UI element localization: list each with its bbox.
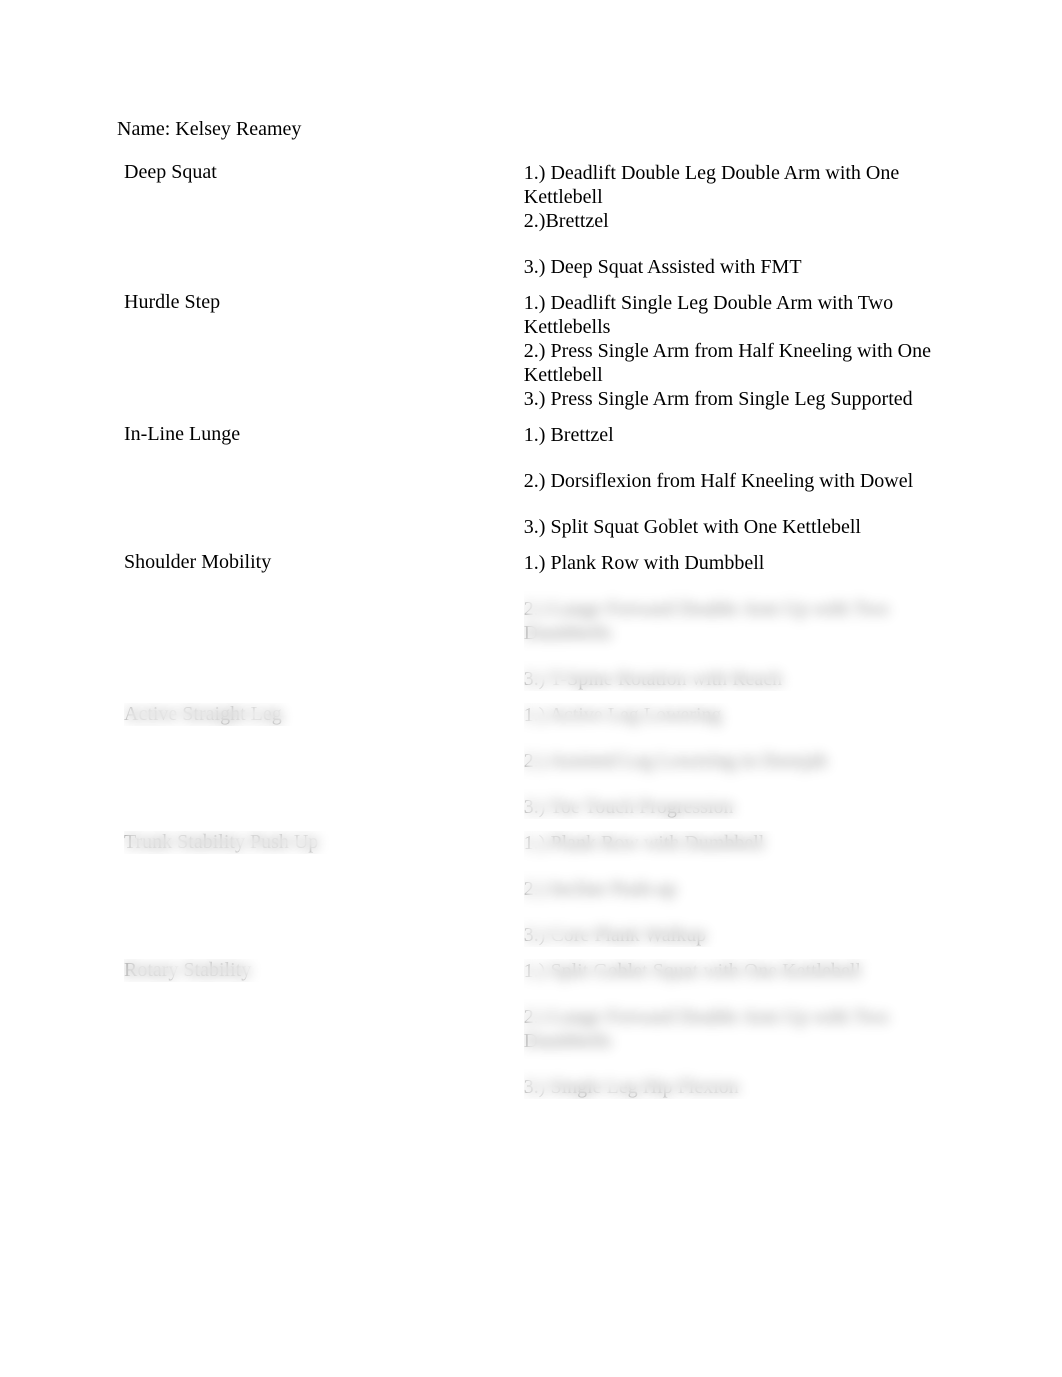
row-content: 1.) Deadlift Double Leg Double Arm with … [520,158,949,285]
table-row: Shoulder Mobility 1.) Plank Row with Dum… [120,548,949,697]
row-content: 1.) Split Goblet Squat with One Kettlebe… [520,956,949,1105]
exercise-item: 2.) Lunge Forward Double Arm Up with Two… [524,597,945,645]
spacer [524,447,945,469]
blurred-region: Rotary Stability [124,959,513,982]
row-content: 1.) Plank Row with Dumbbell 2.) Incline … [520,828,949,953]
blurred-region: Active Straight Leg [124,703,513,726]
exercise-item: 1.) Deadlift Double Leg Double Arm with … [524,161,945,209]
exercise-item: 2.) Dorsiflexion from Half Kneeling with… [524,469,945,493]
exercise-item: 1.) Plank Row with Dumbbell [524,551,945,575]
exercise-item: 2.) Assisted Leg Lowering in Doorjab [524,749,945,773]
row-label: Trunk Stability Push Up [120,828,517,953]
row-label-text: Rotary Stability [124,959,251,981]
blurred-region: Trunk Stability Push Up [124,831,513,854]
exercise-item: 1.) Plank Row with Dumbbell [524,831,945,855]
exercise-item: 3.) T-Spine Rotation with Reach [524,667,945,691]
blurred-region: 1.) Plank Row with Dumbbell 2.) Incline … [524,831,945,947]
row-label: Shoulder Mobility [120,548,517,697]
table-row: Deep Squat 1.) Deadlift Double Leg Doubl… [120,158,949,285]
exercise-item: 1.) Active Leg Lowering [524,703,945,727]
row-content: 1.) Plank Row with Dumbbell 2.) Lunge Fo… [520,548,949,697]
row-label: Rotary Stability [120,956,517,1105]
spacer [524,233,945,255]
exercise-item: 3.) Core Plank Walkup [524,923,945,947]
exercise-item: 3.) Deep Squat Assisted with FMT [524,255,945,279]
row-content: 1.) Brettzel 2.) Dorsiflexion from Half … [520,420,949,545]
spacer [524,727,945,749]
exercise-item: 2.) Lunge Forward Double Arm Up with Two… [524,1005,945,1053]
exercise-item: 3.) Toe Touch Progression [524,795,945,819]
row-label: Hurdle Step [120,288,517,417]
spacer [524,575,945,597]
exercise-item: 3.) Press Single Arm from Single Leg Sup… [524,387,945,411]
exercise-item: 2.) Press Single Arm from Half Kneeling … [524,339,945,387]
row-label-text: Trunk Stability Push Up [124,831,318,853]
exercise-item: 2.) Incline Push-up [524,877,945,901]
row-label: In-Line Lunge [120,420,517,545]
spacer [524,855,945,877]
exercise-item: 1.) Split Goblet Squat with One Kettlebe… [524,959,945,983]
name-line: Name: Kelsey Reamey [117,118,952,141]
spacer [524,901,945,923]
exercise-item: 3.) Single Leg Hip Flexion [524,1075,945,1099]
row-label: Deep Squat [120,158,517,285]
row-content: 1.) Active Leg Lowering 2.) Assisted Leg… [520,700,949,825]
table-row: Trunk Stability Push Up 1.) Plank Row wi… [120,828,949,953]
exercise-item: 1.) Brettzel [524,423,945,447]
spacer [524,1053,945,1075]
blurred-region: 1.) Active Leg Lowering 2.) Assisted Leg… [524,703,945,819]
exercise-table: Deep Squat 1.) Deadlift Double Leg Doubl… [117,155,952,1108]
exercise-item: 3.) Split Squat Goblet with One Kettlebe… [524,515,945,539]
document-page: Name: Kelsey Reamey Deep Squat 1.) Deadl… [0,0,1062,1377]
table-row: In-Line Lunge 1.) Brettzel 2.) Dorsiflex… [120,420,949,545]
exercise-item: 1.) Deadlift Single Leg Double Arm with … [524,291,945,339]
row-content: 1.) Deadlift Single Leg Double Arm with … [520,288,949,417]
exercise-item: 2.)Brettzel [524,209,945,233]
spacer [524,773,945,795]
row-label-text: Active Straight Leg [124,703,282,725]
table-row: Active Straight Leg 1.) Active Leg Lower… [120,700,949,825]
blurred-region: 1.) Split Goblet Squat with One Kettlebe… [524,959,945,1099]
spacer [524,645,945,667]
row-label: Active Straight Leg [120,700,517,825]
table-row: Rotary Stability 1.) Split Goblet Squat … [120,956,949,1105]
table-row: Hurdle Step 1.) Deadlift Single Leg Doub… [120,288,949,417]
blurred-region: 2.) Lunge Forward Double Arm Up with Two… [524,575,945,691]
spacer [524,493,945,515]
spacer [524,983,945,1005]
